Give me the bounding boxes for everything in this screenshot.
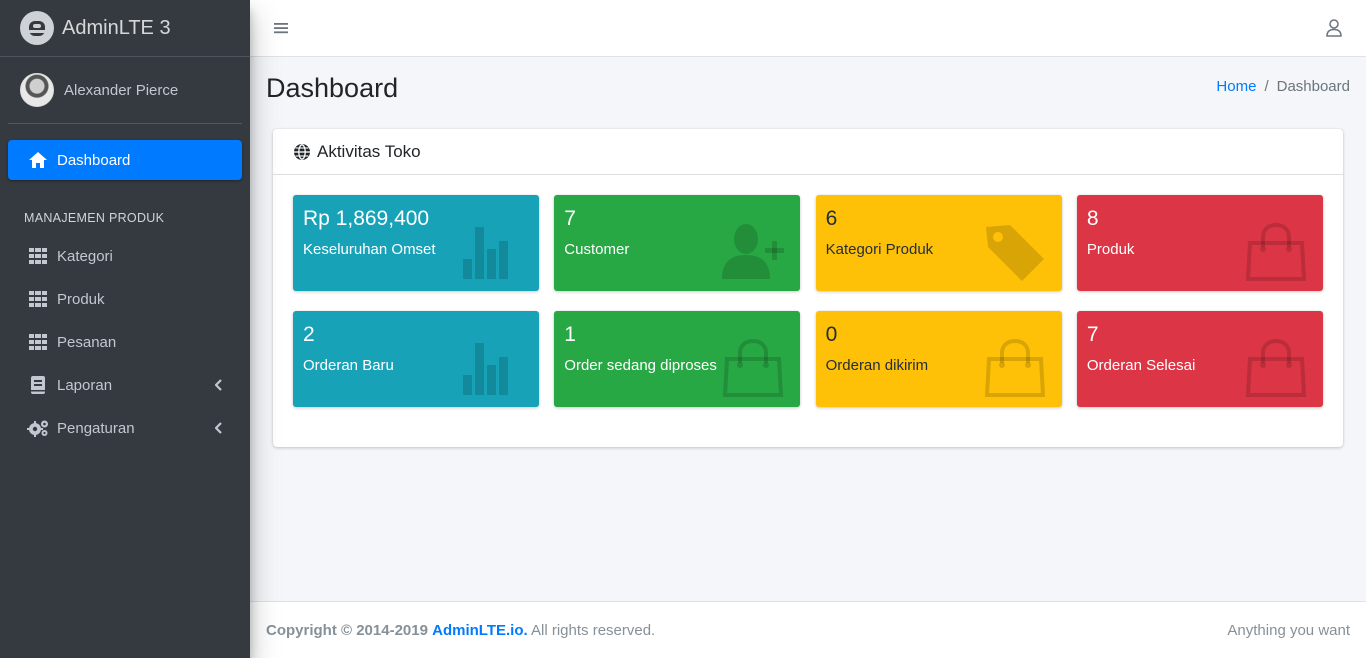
grid-icon	[27, 246, 49, 266]
hamburger-menu-icon[interactable]	[274, 21, 288, 35]
page-title: Dashboard	[266, 73, 399, 103]
footer-copyright-text: Copyright © 2014-2019	[266, 621, 428, 639]
globe-icon	[293, 143, 311, 161]
brand-logo-icon	[20, 11, 54, 45]
info-box-customer[interactable]: 7 Customer	[554, 195, 801, 291]
breadcrumb-separator: /	[1264, 78, 1269, 95]
shopping-bag-icon	[984, 339, 1045, 397]
cogs-icon	[27, 418, 49, 438]
content-wrapper: Dashboard Home / Dashboard Aktivitas Tok…	[250, 57, 1366, 601]
home-icon	[27, 150, 49, 170]
store-activity-card: Aktivitas Toko Rp 1,869,400 Keseluruhan …	[273, 129, 1343, 447]
chevron-left-icon	[212, 378, 226, 392]
brand-link[interactable]: AdminLTE 3	[0, 0, 250, 57]
user-panel[interactable]: Alexander Pierce	[8, 57, 242, 124]
footer-copyright: Copyright © 2014-2019 AdminLTE.io. All r…	[266, 622, 655, 639]
info-box-produk[interactable]: 8 Produk	[1076, 195, 1323, 291]
grid-icon	[27, 289, 49, 309]
sidebar-section-header: MANAJEMEN PRODUK	[24, 211, 165, 225]
sidebar-item-label: Kategori	[57, 247, 113, 265]
footer-rights: All rights reserved.	[531, 621, 656, 639]
info-box-orderan-dikirim[interactable]: 0 Orderan dikirim	[815, 311, 1062, 407]
info-box-orderan-selesai[interactable]: 7 Orderan Selesai	[1076, 311, 1323, 407]
sidebar-item-kategori[interactable]: Kategori	[8, 236, 242, 276]
info-box-omset[interactable]: Rp 1,869,400 Keseluruhan Omset	[293, 195, 539, 291]
footer-link[interactable]: AdminLTE.io.	[432, 622, 528, 639]
breadcrumb-home-link[interactable]: Home	[1216, 78, 1256, 95]
sidebar-item-dashboard[interactable]: Dashboard	[8, 140, 242, 180]
bar-chart-icon	[463, 343, 508, 395]
sidebar-item-label: Dashboard	[57, 151, 131, 169]
bar-chart-icon	[463, 227, 508, 279]
shopping-bag-icon	[1245, 339, 1307, 397]
avatar	[20, 73, 54, 107]
info-box-grid: Rp 1,869,400 Keseluruhan Omset 7 Custome…	[293, 195, 1323, 407]
card-title: Aktivitas Toko	[317, 141, 421, 161]
sidebar-item-label: Pesanan	[57, 333, 117, 351]
sidebar-nav: Dashboard MANAJEMEN PRODUK Kategori Prod…	[0, 124, 250, 448]
sidebar-item-pengaturan[interactable]: Pengaturan	[8, 408, 242, 448]
brand-text: AdminLTE 3	[62, 16, 171, 39]
sidebar-item-label: Pengaturan	[57, 419, 135, 437]
grid-icon	[27, 332, 49, 352]
sidebar-item-pesanan[interactable]: Pesanan	[8, 322, 242, 362]
breadcrumb: Home / Dashboard	[1216, 78, 1350, 95]
info-box-order-diproses[interactable]: 1 Order sedang diproses	[554, 311, 801, 407]
shopping-bag-icon	[1245, 223, 1307, 281]
sidebar-item-label: Laporan	[57, 376, 113, 394]
book-icon	[27, 375, 49, 395]
tag-icon	[985, 225, 1044, 281]
sidebar-item-label: Produk	[57, 290, 105, 308]
user-plus-icon	[722, 224, 785, 279]
card-header: Aktivitas Toko	[273, 129, 1343, 175]
user-icon[interactable]	[1326, 19, 1342, 37]
top-navbar	[250, 0, 1366, 57]
sidebar-item-produk[interactable]: Produk	[8, 279, 242, 319]
shopping-bag-icon	[723, 339, 784, 397]
info-box-orderan-baru[interactable]: 2 Orderan Baru	[293, 311, 539, 407]
chevron-left-icon	[212, 421, 226, 435]
sidebar-item-laporan[interactable]: Laporan	[8, 365, 242, 405]
user-name: Alexander Pierce	[64, 81, 179, 99]
footer-right-text: Anything you want	[1227, 621, 1350, 639]
main-footer: Copyright © 2014-2019 AdminLTE.io. All r…	[250, 601, 1366, 658]
breadcrumb-current: Dashboard	[1276, 78, 1350, 95]
info-box-kategori-produk[interactable]: 6 Kategori Produk	[815, 195, 1062, 291]
main-sidebar: AdminLTE 3 Alexander Pierce Dashboard MA…	[0, 0, 250, 658]
